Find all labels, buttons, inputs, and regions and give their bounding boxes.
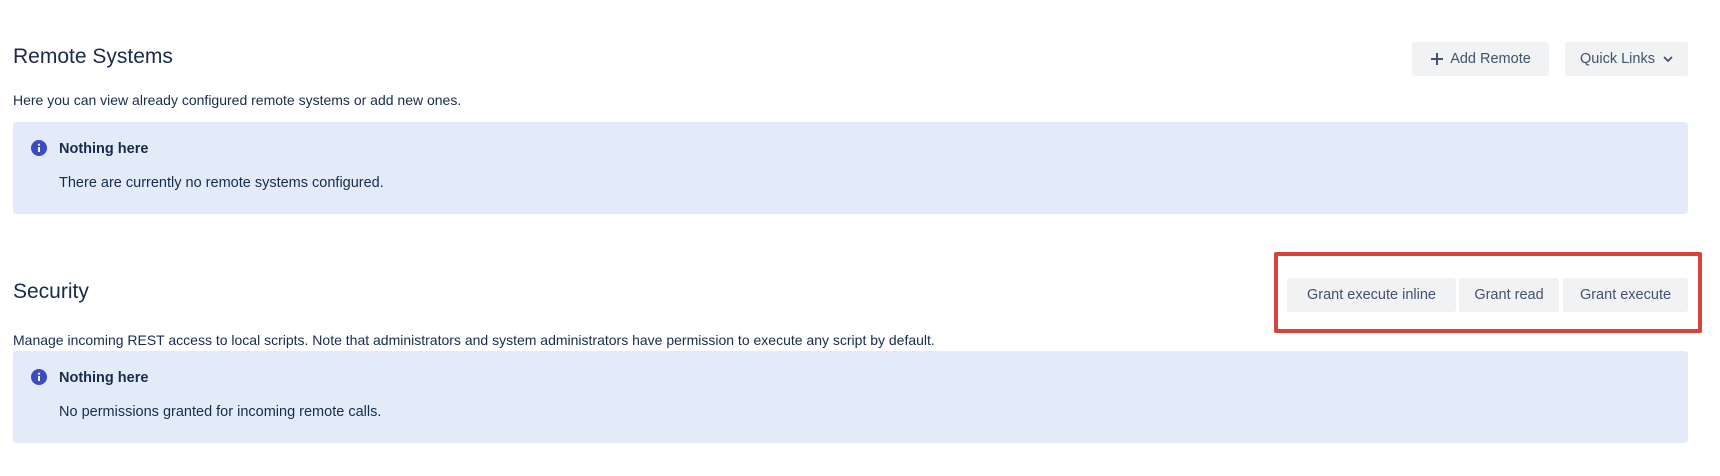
info-circle-icon [31, 140, 47, 156]
add-remote-button[interactable]: Add Remote [1412, 42, 1549, 76]
page: Remote Systems Add Remote Quick Links He… [0, 0, 1720, 476]
empty-state-message: No permissions granted for incoming remo… [59, 404, 382, 420]
quick-links-dropdown[interactable]: Quick Links [1565, 42, 1688, 76]
empty-state-message: There are currently no remote systems co… [59, 175, 384, 191]
empty-state-title: Nothing here [59, 141, 149, 157]
highlight-annotation [1274, 252, 1702, 333]
security-description: Manage incoming REST access to local scr… [13, 332, 935, 348]
remote-systems-description: Here you can view already configured rem… [13, 92, 462, 108]
security-empty-panel: Nothing here No permissions granted for … [13, 351, 1688, 443]
add-remote-label: Add Remote [1450, 51, 1531, 67]
remote-systems-empty-panel: Nothing here There are currently no remo… [13, 122, 1688, 214]
security-title: Security [13, 280, 89, 303]
quick-links-label: Quick Links [1580, 51, 1655, 67]
empty-state-title: Nothing here [59, 370, 149, 386]
remote-systems-title: Remote Systems [13, 45, 173, 68]
plus-icon [1430, 52, 1444, 66]
chevron-down-icon [1663, 54, 1673, 64]
info-circle-icon [31, 369, 47, 385]
